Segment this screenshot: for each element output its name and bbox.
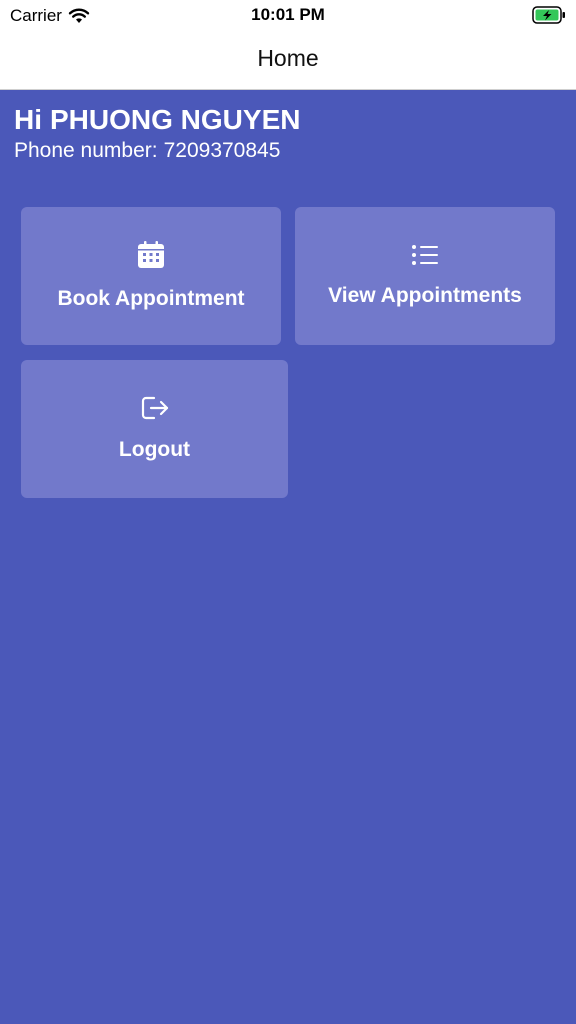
book-appointment-button[interactable]: Book Appointment	[21, 207, 281, 345]
phone-number: 7209370845	[163, 139, 281, 162]
home-content: Hi PHUONG NGUYEN Phone number: 720937084…	[0, 90, 576, 1024]
user-phone: Phone number: 7209370845	[14, 139, 280, 163]
view-appointments-label: View Appointments	[328, 284, 522, 307]
calendar-icon	[136, 240, 166, 277]
page-title: Home	[257, 45, 319, 71]
logout-button[interactable]: Logout	[21, 360, 288, 498]
list-icon	[410, 243, 440, 274]
logout-label: Logout	[118, 438, 191, 461]
navigation-bar: Home	[0, 30, 576, 90]
phone-label: Phone number:	[14, 139, 158, 162]
user-name: PHUONG NGUYEN	[50, 104, 301, 135]
battery-charging-icon	[532, 6, 566, 24]
book-appointment-label: Book Appointment	[57, 287, 245, 310]
view-appointments-button[interactable]: View Appointments	[295, 207, 555, 345]
user-greeting: Hi PHUONG NGUYEN	[14, 104, 300, 136]
logout-icon	[140, 395, 170, 428]
status-time: 10:01 PM	[251, 5, 325, 24]
status-bar: Carrier 10:01 PM	[0, 0, 576, 30]
greeting-prefix: Hi	[14, 104, 42, 135]
